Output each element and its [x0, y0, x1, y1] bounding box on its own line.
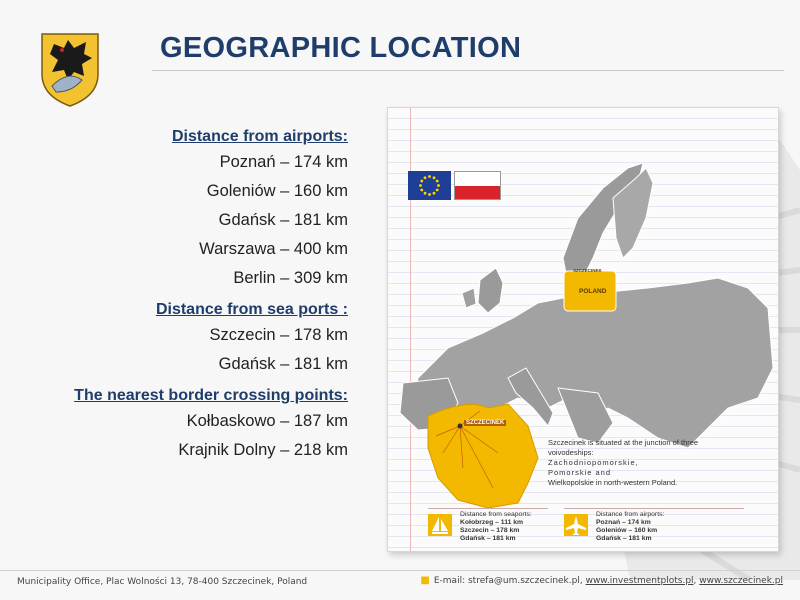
bullet-icon: ■: [420, 575, 430, 586]
footer-divider: [0, 570, 800, 571]
airport-item: Berlin – 309 km: [233, 269, 348, 287]
eu-flag-icon: [408, 171, 451, 200]
footer-address: Municipality Office, Plac Wolności 13, 7…: [17, 577, 308, 587]
page-title: GEOGRAPHIC LOCATION: [160, 32, 522, 64]
location-info: Szczecinek is situated at the junction o…: [548, 438, 699, 487]
border-item: Kołbaskowo – 187 km: [186, 412, 348, 430]
seaports-legend: Distance from seaports: Kołobrzeg – 111 …: [428, 508, 548, 545]
seaport-item: Szczecin – 178 km: [209, 326, 348, 344]
airport-item: Goleniów – 160 km: [206, 182, 348, 200]
map-city-label: SZCZECINEK: [464, 420, 507, 426]
title-divider: [152, 70, 784, 71]
border-heading: The nearest border crossing points:: [74, 387, 348, 404]
map-city-dot-label: SZCZECINEK: [573, 268, 602, 273]
seaport-item: Gdańsk – 181 km: [218, 355, 348, 373]
footer-contact: ■ E-mail: strefa@um.szczecinek.pl, www.in…: [420, 575, 783, 586]
distances-panel: Distance from airports: Poznań – 174 km …: [74, 128, 348, 465]
border-item: Krajnik Dolny – 218 km: [178, 441, 348, 459]
airport-item: Gdańsk – 181 km: [218, 211, 348, 229]
airport-item: Poznań – 174 km: [219, 153, 348, 171]
investmentplots-link[interactable]: www.investmentplots.pl: [586, 576, 694, 586]
footer-email: E-mail: strefa@um.szczecinek.pl,: [433, 576, 583, 586]
airports-legend: Distance from airports: Poznań – 174 km …: [564, 508, 744, 545]
map-poland-label: POLAND: [579, 288, 607, 295]
airports-heading: Distance from airports:: [171, 128, 348, 145]
szczecinek-link[interactable]: www.szczecinek.pl: [699, 576, 783, 586]
seaports-heading: Distance from sea ports :: [155, 301, 348, 318]
coat-of-arms-icon: [41, 33, 99, 107]
airport-item: Warszawa – 400 km: [199, 240, 348, 258]
map-card: SZCZECINEK POLAND SZCZECINEK Szczecinek …: [387, 107, 779, 552]
poland-flag-icon: [454, 171, 501, 200]
